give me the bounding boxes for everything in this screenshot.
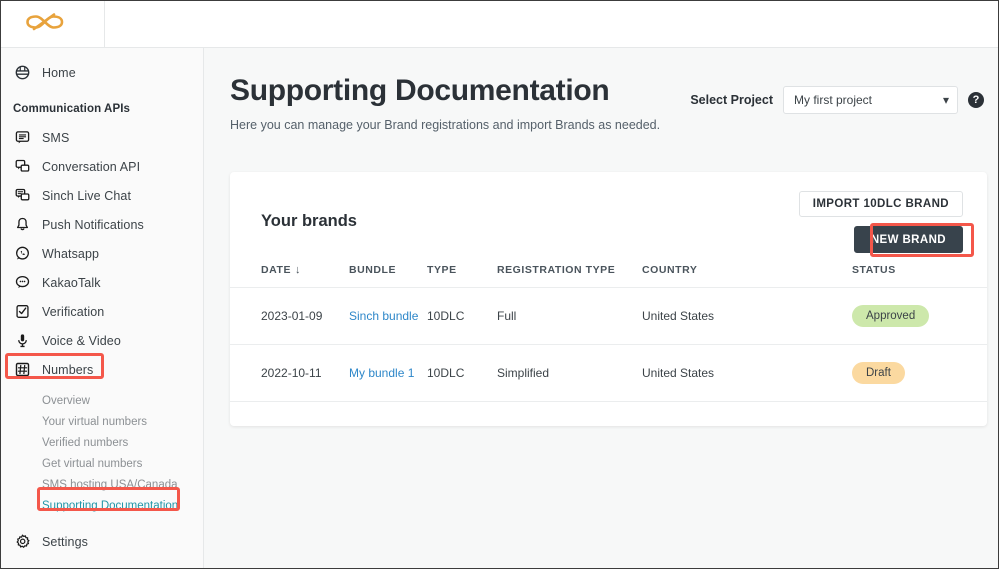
settings-container: Settings: [1, 527, 203, 556]
cell-date: 2022-10-11: [230, 345, 349, 402]
page-subtitle: Here you can manage your Brand registrat…: [230, 118, 998, 132]
sidebar-item-whatsapp-label: Whatsapp: [42, 247, 99, 261]
sidebar-item-sinch-live-chat[interactable]: Sinch Live Chat: [1, 181, 203, 210]
brands-table-body: 2023-01-09 Sinch bundle 10DLC Full Unite…: [230, 288, 987, 402]
application-window: Home Communication APIs SMS Con: [0, 0, 999, 569]
column-header-date[interactable]: DATE ↓: [230, 264, 349, 288]
sidebar-item-verification[interactable]: Verification: [1, 297, 203, 326]
sidebar-item-kakaotalk[interactable]: KakaoTalk: [1, 268, 203, 297]
status-badge: Draft: [852, 362, 905, 384]
sidebar-subitem-supporting-documentation[interactable]: Supporting Documentation: [1, 495, 203, 516]
sidebar-subitem-your-virtual-numbers[interactable]: Your virtual numbers: [1, 411, 203, 432]
cell-bundle: Sinch bundle: [349, 288, 427, 345]
main-content: Supporting Documentation Here you can ma…: [204, 48, 998, 568]
sidebar-item-settings-label: Settings: [42, 535, 88, 549]
home-icon: [13, 64, 31, 82]
project-select-value: My first project: [794, 93, 872, 107]
column-header-bundle[interactable]: BUNDLE: [349, 264, 427, 288]
sidebar-item-home-label: Home: [42, 66, 76, 80]
column-header-date-label: DATE: [261, 264, 291, 276]
sidebar-item-whatsapp[interactable]: Whatsapp: [1, 239, 203, 268]
table-row[interactable]: 2022-10-11 My bundle 1 10DLC Simplified …: [230, 345, 987, 402]
microphone-icon: [13, 332, 31, 350]
cell-registration-type: Simplified: [497, 345, 642, 402]
sidebar-item-sinch-live-chat-label: Sinch Live Chat: [42, 189, 131, 203]
logo-cell[interactable]: [1, 1, 105, 47]
verification-icon: [13, 303, 31, 321]
brands-card: Your brands IMPORT 10DLC BRAND NEW BRAND…: [230, 172, 987, 426]
chevron-down-icon: ▾: [943, 93, 949, 107]
project-selector-group: Select Project My first project ▾ ?: [690, 86, 984, 114]
sidebar-section-communication-apis: Communication APIs: [1, 103, 203, 115]
cell-country: United States: [642, 288, 852, 345]
sidebar-item-push-notifications[interactable]: Push Notifications: [1, 210, 203, 239]
kakaotalk-icon: [13, 274, 31, 292]
cell-status: Draft: [852, 345, 987, 402]
sidebar-subitem-verified-numbers[interactable]: Verified numbers: [1, 432, 203, 453]
sidebar-item-verification-label: Verification: [42, 305, 104, 319]
sms-icon: [13, 129, 31, 147]
column-header-registration-type[interactable]: REGISTRATION TYPE: [497, 264, 642, 288]
numbers-submenu: Overview Your virtual numbers Verified n…: [1, 390, 203, 516]
help-icon[interactable]: ?: [968, 92, 984, 108]
select-project-label: Select Project: [690, 93, 773, 107]
column-header-status[interactable]: STATUS: [852, 264, 987, 288]
sidebar: Home Communication APIs SMS Con: [1, 48, 204, 568]
card-title: Your brands: [261, 212, 357, 231]
card-actions: IMPORT 10DLC BRAND NEW BRAND: [799, 191, 963, 253]
column-header-type[interactable]: TYPE: [427, 264, 497, 288]
cell-country: United States: [642, 345, 852, 402]
sidebar-item-conversation-api[interactable]: Conversation API: [1, 152, 203, 181]
sidebar-item-numbers[interactable]: Numbers: [1, 355, 203, 384]
import-10dlc-brand-button[interactable]: IMPORT 10DLC BRAND: [799, 191, 963, 217]
sort-arrow-down-icon: ↓: [295, 264, 301, 276]
sidebar-item-settings[interactable]: Settings: [1, 527, 203, 556]
sidebar-item-push-notifications-label: Push Notifications: [42, 218, 144, 232]
table-header-row: DATE ↓ BUNDLE TYPE REGISTRATION TYPE COUN…: [230, 264, 987, 288]
sidebar-item-numbers-label: Numbers: [42, 363, 93, 377]
numbers-icon: [13, 361, 31, 379]
sidebar-item-sms[interactable]: SMS: [1, 123, 203, 152]
brands-table-head: DATE ↓ BUNDLE TYPE REGISTRATION TYPE COUN…: [230, 264, 987, 288]
sidebar-subitem-get-virtual-numbers[interactable]: Get virtual numbers: [1, 453, 203, 474]
card-header: Your brands IMPORT 10DLC BRAND NEW BRAND: [230, 172, 987, 264]
sinch-logo: [24, 9, 82, 40]
table-row[interactable]: 2023-01-09 Sinch bundle 10DLC Full Unite…: [230, 288, 987, 345]
cell-bundle: My bundle 1: [349, 345, 427, 402]
cell-type: 10DLC: [427, 288, 497, 345]
sidebar-item-sms-label: SMS: [42, 131, 69, 145]
bell-icon: [13, 216, 31, 234]
column-header-country[interactable]: COUNTRY: [642, 264, 852, 288]
bundle-link[interactable]: My bundle 1: [349, 366, 414, 380]
sidebar-item-voice-video-label: Voice & Video: [42, 334, 121, 348]
cell-type: 10DLC: [427, 345, 497, 402]
page-header: Supporting Documentation Here you can ma…: [204, 48, 998, 132]
sidebar-subitem-overview[interactable]: Overview: [1, 390, 203, 411]
bundle-link[interactable]: Sinch bundle: [349, 309, 418, 323]
cell-registration-type: Full: [497, 288, 642, 345]
gear-icon: [13, 533, 31, 551]
sidebar-subitem-sms-hosting-usa-canada[interactable]: SMS hosting USA/Canada: [1, 474, 203, 495]
cell-date: 2023-01-09: [230, 288, 349, 345]
cell-status: Approved: [852, 288, 987, 345]
sidebar-item-kakaotalk-label: KakaoTalk: [42, 276, 101, 290]
sidebar-item-home[interactable]: Home: [1, 58, 203, 87]
live-chat-icon: [13, 187, 31, 205]
brands-table: DATE ↓ BUNDLE TYPE REGISTRATION TYPE COUN…: [230, 264, 987, 402]
project-select[interactable]: My first project ▾: [783, 86, 958, 114]
top-bar: [1, 1, 998, 48]
sidebar-item-voice-video[interactable]: Voice & Video: [1, 326, 203, 355]
conversation-icon: [13, 158, 31, 176]
whatsapp-icon: [13, 245, 31, 263]
status-badge: Approved: [852, 305, 929, 327]
sidebar-item-conversation-api-label: Conversation API: [42, 160, 140, 174]
top-bar-empty-area: [105, 1, 998, 47]
new-brand-button[interactable]: NEW BRAND: [854, 226, 963, 253]
